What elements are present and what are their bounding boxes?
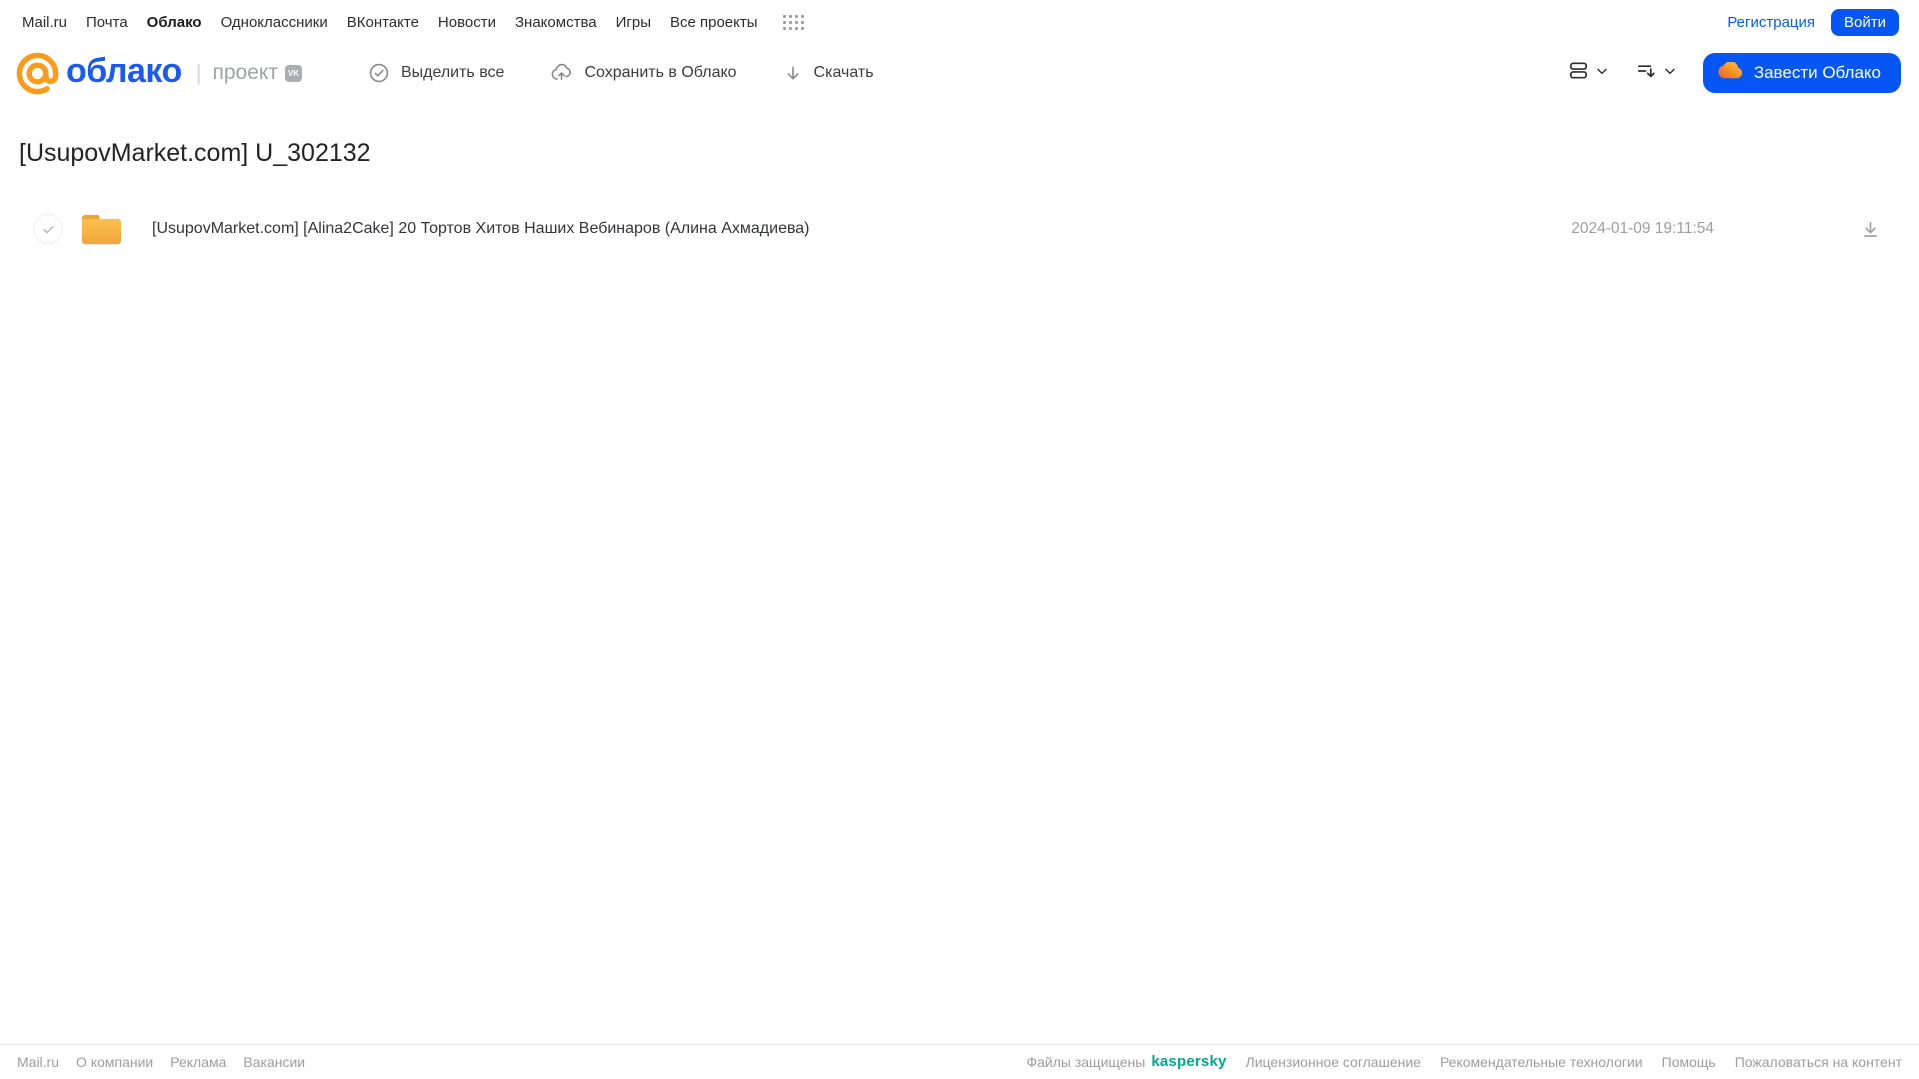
chevron-down-icon	[1595, 64, 1609, 83]
cloud-public-page: Mail.ru Почта Облако Одноклассники ВКонт…	[0, 0, 1919, 1079]
portal-link-igry[interactable]: Игры	[616, 14, 651, 31]
footer-link-jobs[interactable]: Вакансии	[243, 1054, 305, 1070]
actions-toolbar: Выделить все Сохранить в Облако Скачать	[368, 62, 874, 84]
header-right-controls: Завести Облако	[1567, 53, 1901, 93]
main-content: [UsupovMarket.com] U_302132 [UsupovMarke…	[0, 105, 1919, 1044]
logo-wordmark: облако	[66, 51, 182, 90]
portal-topbar: Mail.ru Почта Облако Одноклассники ВКонт…	[0, 0, 1919, 43]
registration-link[interactable]: Регистрация	[1727, 14, 1815, 31]
app-header: облако | проект VK Выделить все Сохранит…	[0, 43, 1919, 105]
footer-left-links: Mail.ru О компании Реклама Вакансии	[17, 1054, 305, 1070]
footer-link-mailru[interactable]: Mail.ru	[17, 1054, 59, 1070]
select-all-label: Выделить все	[400, 64, 505, 81]
footer-link-about[interactable]: О компании	[76, 1054, 153, 1070]
download-all-button[interactable]: Скачать	[783, 63, 874, 84]
row-checkbox[interactable]	[33, 214, 63, 244]
check-circle-icon	[368, 62, 390, 84]
kaspersky-logo[interactable]: kaspersky	[1151, 1053, 1226, 1070]
portal-link-vkontakte[interactable]: ВКонтакте	[347, 14, 419, 31]
project-label: проект	[212, 61, 278, 84]
list-view-icon	[1567, 59, 1590, 87]
footer-link-recommendations[interactable]: Рекомендательные технологии	[1440, 1054, 1643, 1070]
sort-dropdown[interactable]	[1635, 59, 1677, 87]
cloud-upload-icon	[550, 62, 573, 84]
select-all-button[interactable]: Выделить все	[368, 62, 504, 84]
login-button[interactable]: Войти	[1831, 9, 1899, 36]
footer-link-ads[interactable]: Реклама	[170, 1054, 226, 1070]
page-footer: Mail.ru О компании Реклама Вакансии Файл…	[0, 1044, 1919, 1079]
get-cloud-label: Завести Облако	[1753, 63, 1881, 82]
portal-link-odnoklassniki[interactable]: Одноклассники	[221, 14, 328, 31]
portal-links: Mail.ru Почта Облако Одноклассники ВКонт…	[22, 14, 805, 31]
logo-divider: |	[195, 60, 202, 85]
folder-icon	[79, 210, 124, 248]
view-mode-dropdown[interactable]	[1567, 59, 1609, 87]
download-label: Скачать	[813, 64, 874, 81]
vk-badge-icon: VK	[284, 64, 302, 82]
cloud-logo[interactable]: облако	[16, 52, 182, 95]
cloud-color-icon	[1718, 61, 1743, 84]
footer-link-license[interactable]: Лицензионное соглашение	[1246, 1054, 1421, 1070]
portal-link-all-projects[interactable]: Все проекты	[670, 14, 758, 31]
download-arrow-icon	[783, 63, 803, 84]
portal-link-oblako[interactable]: Облако	[147, 14, 202, 31]
topbar-auth: Регистрация Войти	[1727, 9, 1899, 36]
file-date: 2024-01-09 19:11:54	[1571, 220, 1714, 237]
kaspersky-protection: Файлы защищены kaspersky	[1026, 1053, 1226, 1070]
page-title: [UsupovMarket.com] U_302132	[19, 139, 371, 167]
portal-link-znakomstva[interactable]: Знакомства	[515, 14, 597, 31]
portal-link-pochta[interactable]: Почта	[86, 14, 128, 31]
save-to-cloud-button[interactable]: Сохранить в Облако	[550, 62, 737, 84]
file-row[interactable]: [UsupovMarket.com] [Alina2Cake] 20 Торто…	[0, 206, 1919, 252]
sort-icon	[1635, 59, 1658, 87]
footer-right-links: Файлы защищены kaspersky Лицензионное со…	[1026, 1053, 1902, 1070]
all-projects-grid-icon[interactable]	[782, 14, 805, 31]
chevron-down-icon	[1663, 64, 1677, 83]
portal-link-novosti[interactable]: Новости	[438, 14, 496, 31]
portal-link-mailru[interactable]: Mail.ru	[22, 14, 67, 31]
file-name[interactable]: [UsupovMarket.com] [Alina2Cake] 20 Торто…	[152, 220, 810, 238]
footer-link-report[interactable]: Пожаловаться на контент	[1735, 1054, 1902, 1070]
save-to-cloud-label: Сохранить в Облако	[584, 64, 737, 81]
footer-link-help[interactable]: Помощь	[1662, 1054, 1716, 1070]
get-cloud-button[interactable]: Завести Облако	[1702, 53, 1901, 93]
row-download-icon[interactable]	[1860, 219, 1881, 240]
mailru-at-icon	[16, 52, 59, 95]
protected-label: Файлы защищены	[1026, 1053, 1146, 1070]
